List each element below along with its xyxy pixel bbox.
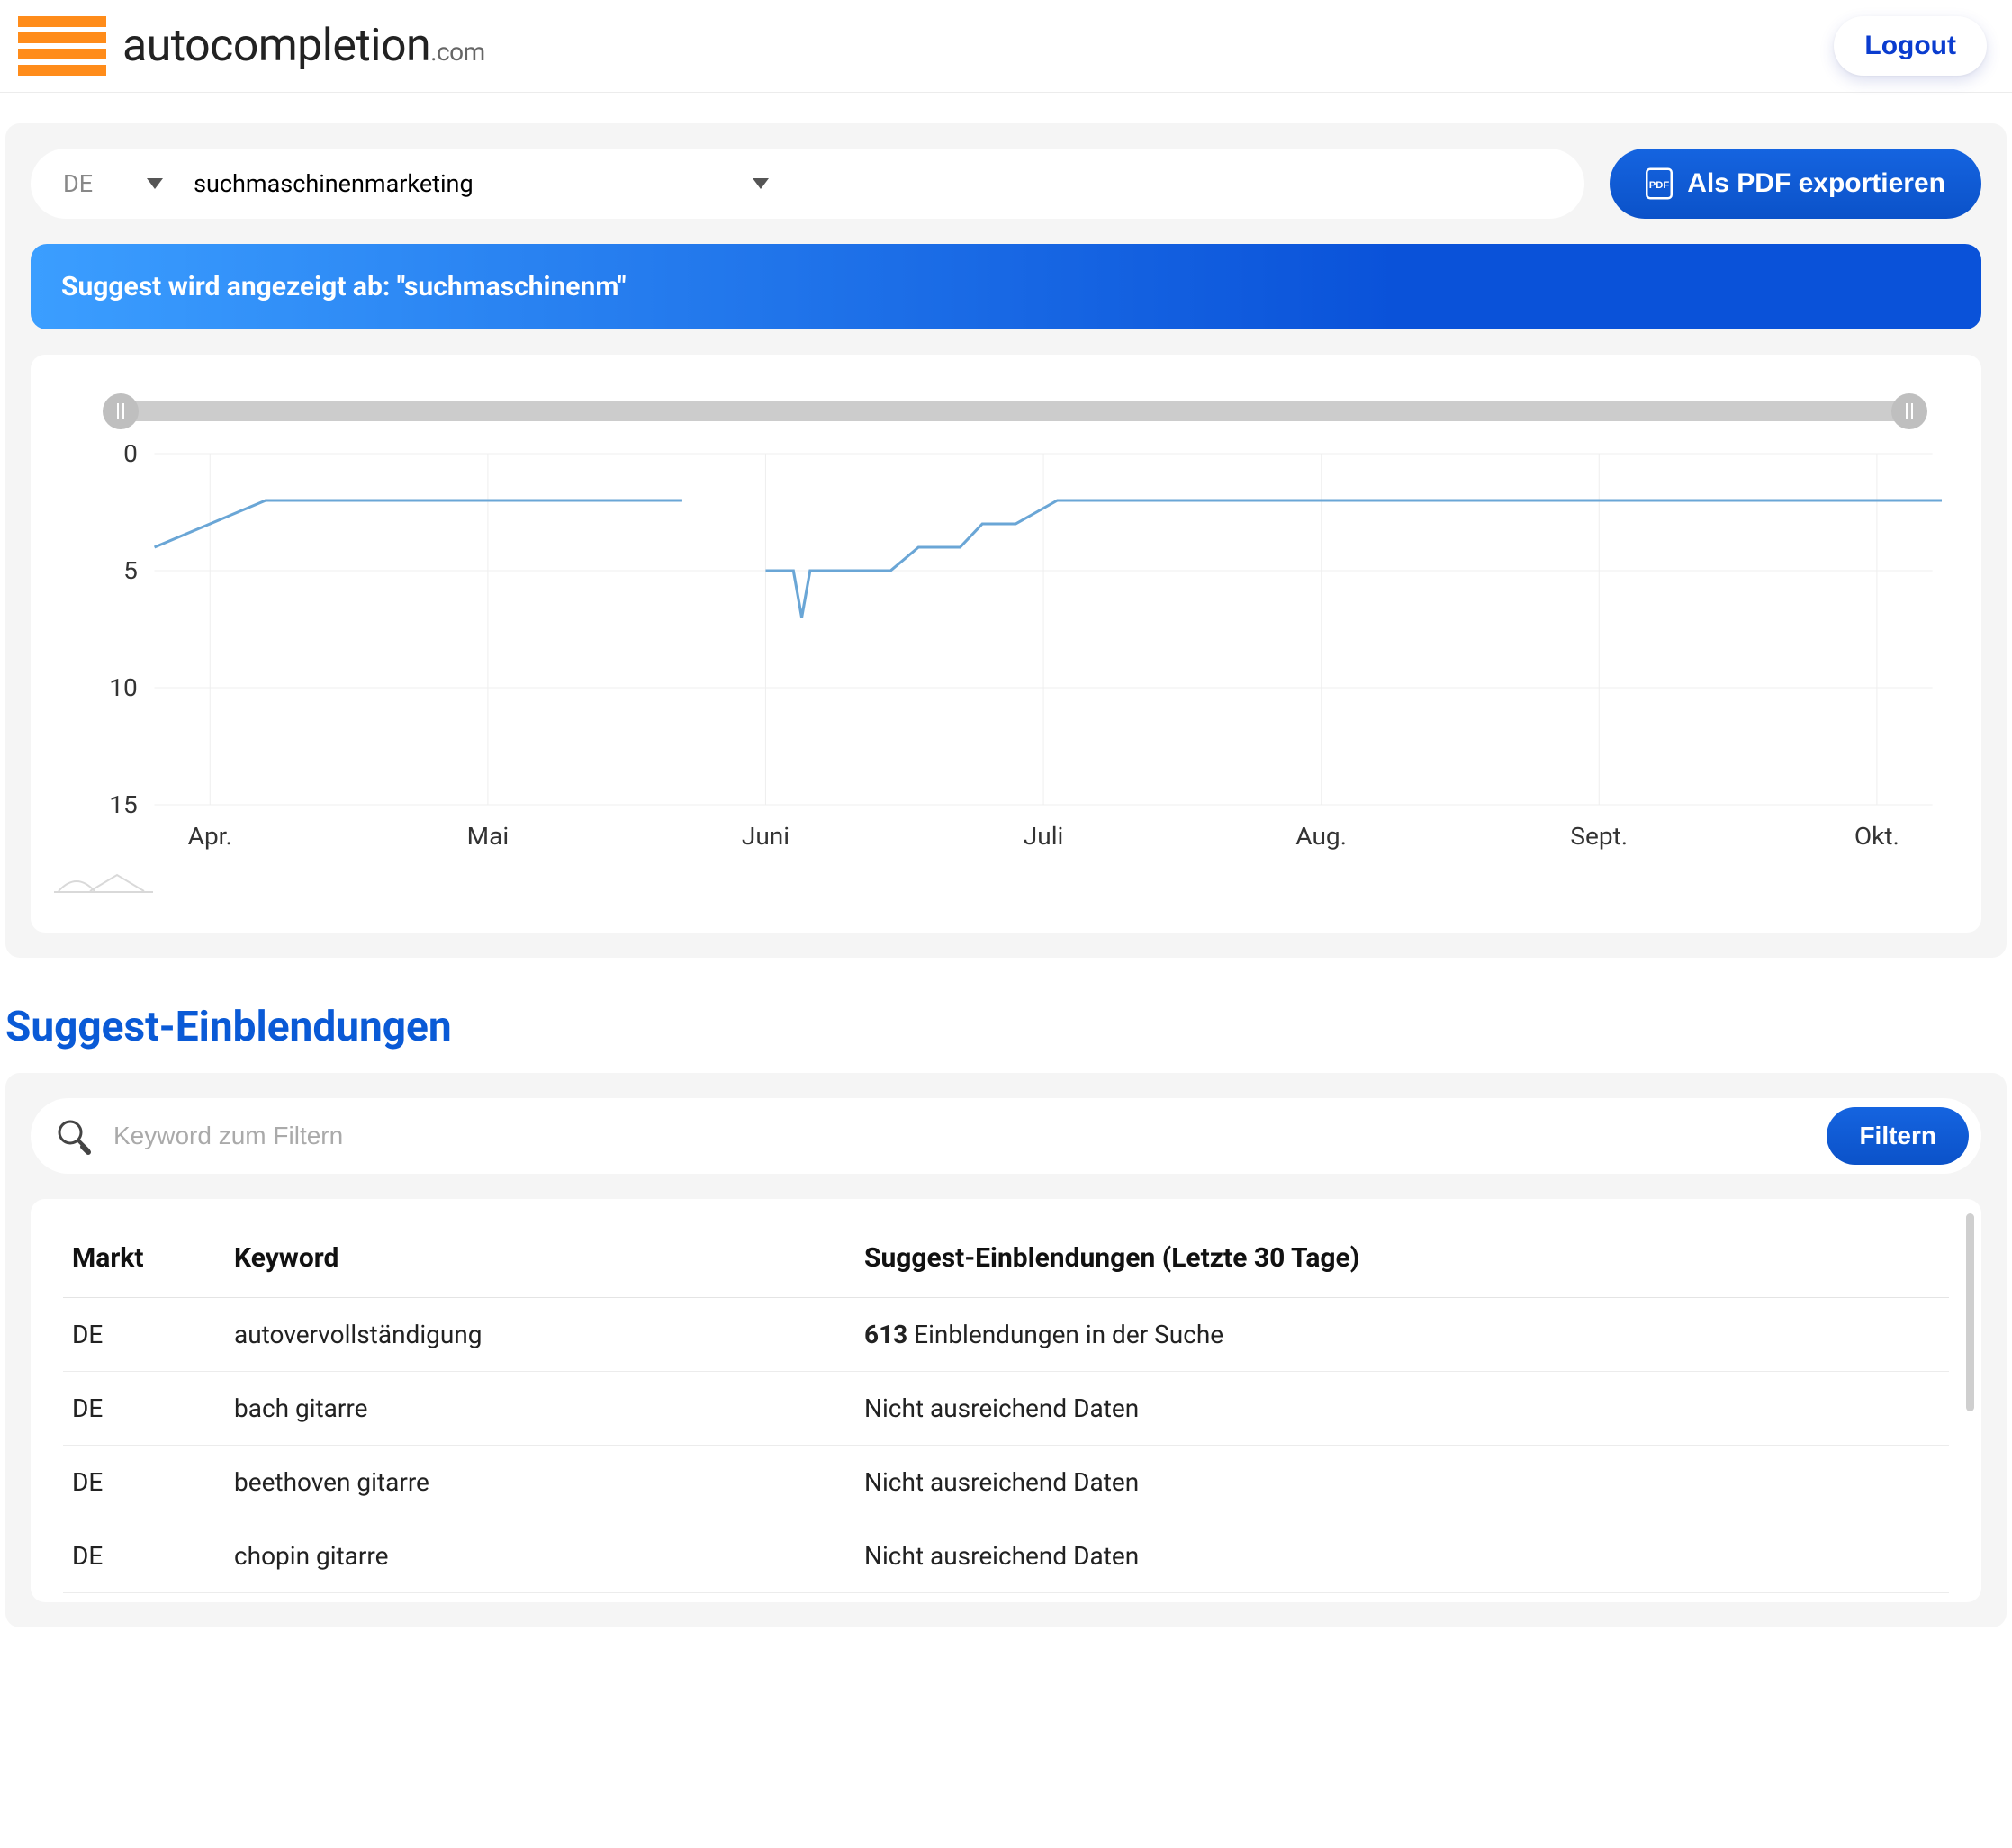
svg-text:10: 10 [109, 673, 138, 702]
controls-row: DE suchmaschinenmarketing PDF Als PDF ex… [31, 149, 1981, 219]
chart-navigator-icon [54, 868, 1942, 897]
svg-text:Sept.: Sept. [1570, 822, 1628, 851]
keyword-select[interactable]: suchmaschinenmarketing [194, 169, 1552, 198]
chevron-down-icon [147, 178, 163, 189]
svg-text:5: 5 [123, 556, 138, 585]
svg-text:PDF: PDF [1649, 180, 1670, 191]
table-card: Markt Keyword Suggest-Einblendungen (Let… [31, 1199, 1981, 1602]
svg-text:Juni: Juni [742, 822, 789, 851]
cell-keyword: chopin gitarre [225, 1519, 855, 1593]
chart-area: 0 5 10 15 Apr. Mai Juni Juli Aug. Sept. Okt. [70, 445, 1942, 859]
chart-section-card: DE suchmaschinenmarketing PDF Als PDF ex… [5, 123, 2007, 958]
cell-impressions: Nicht ausreichend Daten [855, 1446, 1949, 1519]
svg-text:Okt.: Okt. [1854, 822, 1899, 851]
table-row: DEbeethoven gitarreNicht ausreichend Dat… [63, 1446, 1949, 1519]
chart-svg: 0 5 10 15 Apr. Mai Juni Juli Aug. Sept. Okt. [70, 445, 1942, 859]
brand-name: autocompletion.com [122, 20, 485, 72]
range-slider-handle-right[interactable] [1891, 393, 1927, 429]
app-header: autocompletion.com Logout [0, 0, 2012, 93]
impressions-table: Markt Keyword Suggest-Einblendungen (Let… [63, 1219, 1949, 1593]
cell-impressions: Nicht ausreichend Daten [855, 1372, 1949, 1446]
filter-button[interactable]: Filtern [1827, 1107, 1969, 1165]
cell-keyword: bach gitarre [225, 1372, 855, 1446]
svg-text:0: 0 [123, 445, 138, 468]
export-pdf-button[interactable]: PDF Als PDF exportieren [1610, 149, 1981, 219]
section-title-suggest: Suggest-Einblendungen [5, 1003, 2012, 1051]
cell-impressions: Nicht ausreichend Daten [855, 1519, 1949, 1593]
search-icon [54, 1116, 94, 1156]
cell-keyword: autovervollständigung [225, 1298, 855, 1372]
svg-text:Apr.: Apr. [188, 822, 232, 851]
range-slider-handle-left[interactable] [103, 393, 139, 429]
chevron-down-icon [753, 178, 769, 189]
cell-market: DE [63, 1446, 225, 1519]
export-pdf-label: Als PDF exportieren [1687, 168, 1945, 199]
market-select[interactable]: DE [63, 169, 163, 198]
table-row: DEbach gitarreNicht ausreichend Daten [63, 1372, 1949, 1446]
scrollbar[interactable] [1966, 1213, 1974, 1411]
table-section-card: Filtern Markt Keyword Suggest-Einblendun… [5, 1073, 2007, 1627]
brand-mark-icon [18, 16, 106, 76]
svg-text:15: 15 [109, 790, 138, 819]
cell-impressions: 613 Einblendungen in der Suche [855, 1298, 1949, 1372]
banner-text: Suggest wird angezeigt ab: "suchmaschine… [61, 271, 627, 302]
filter-row: Filtern [31, 1098, 1981, 1174]
table-row: DEchopin gitarreNicht ausreichend Daten [63, 1519, 1949, 1593]
chart-card: 0 5 10 15 Apr. Mai Juni Juli Aug. Sept. Okt. [31, 355, 1981, 933]
cell-market: DE [63, 1372, 225, 1446]
cell-market: DE [63, 1298, 225, 1372]
keyword-filter-input[interactable] [113, 1122, 1807, 1150]
range-slider[interactable] [121, 401, 1909, 421]
svg-text:Juli: Juli [1024, 822, 1064, 851]
svg-text:Aug.: Aug. [1295, 822, 1347, 851]
suggest-threshold-banner: Suggest wird angezeigt ab: "suchmaschine… [31, 244, 1981, 329]
cell-keyword: beethoven gitarre [225, 1446, 855, 1519]
cell-market: DE [63, 1519, 225, 1593]
logout-button[interactable]: Logout [1834, 16, 1987, 76]
col-header-impressions: Suggest-Einblendungen (Letzte 30 Tage) [855, 1219, 1949, 1298]
col-header-market: Markt [63, 1219, 225, 1298]
pdf-icon: PDF [1646, 167, 1673, 200]
col-header-keyword: Keyword [225, 1219, 855, 1298]
brand-logo[interactable]: autocompletion.com [18, 16, 485, 76]
svg-text:Mai: Mai [467, 822, 510, 851]
market-select-value: DE [63, 169, 93, 198]
keyword-select-value: suchmaschinenmarketing [194, 169, 474, 198]
selects-container: DE suchmaschinenmarketing [31, 149, 1584, 219]
table-row: DEautovervollständigung613 Einblendungen… [63, 1298, 1949, 1372]
